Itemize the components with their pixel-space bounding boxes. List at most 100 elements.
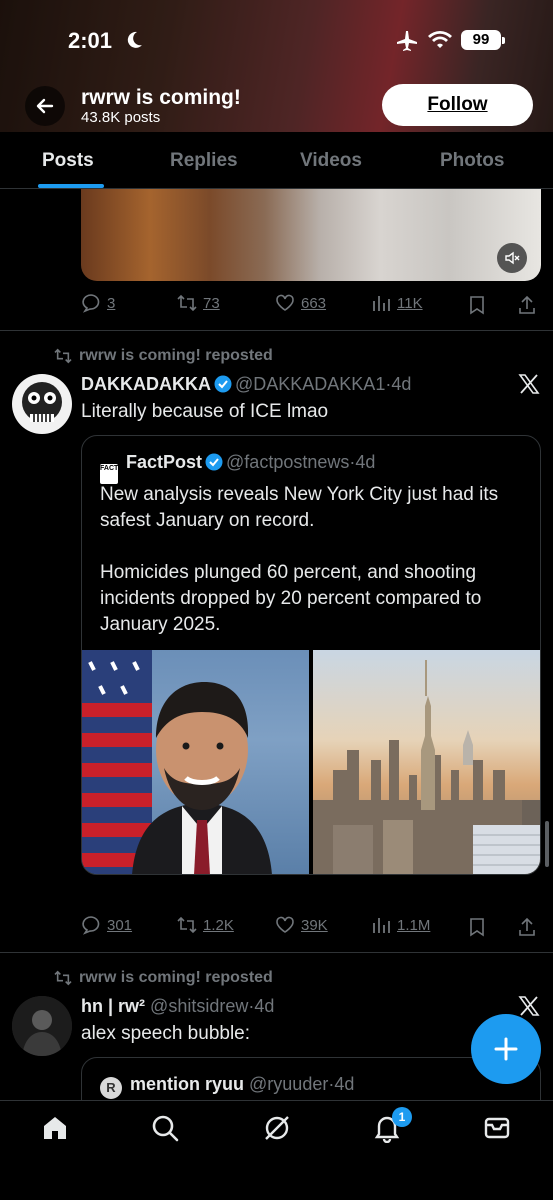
portrait-image bbox=[82, 650, 272, 874]
mute-button[interactable] bbox=[497, 243, 527, 273]
author-name[interactable]: hn | rw² bbox=[81, 996, 145, 1016]
verified-badge-icon bbox=[205, 453, 223, 471]
video-media[interactable] bbox=[81, 189, 541, 281]
skull-avatar-icon bbox=[12, 374, 72, 434]
like-button[interactable]: 663 bbox=[275, 293, 326, 313]
quote-paragraph: Homicides plunged 60 percent, and shooti… bbox=[100, 562, 482, 635]
profile-post-count: 43.8K posts bbox=[81, 109, 161, 126]
like-button[interactable]: 39K bbox=[275, 915, 328, 935]
status-bar: 2:01 99 bbox=[0, 26, 553, 56]
timeline-feed[interactable]: 3 73 663 11K rwrw is coming! reposted DA… bbox=[0, 189, 553, 1100]
views-button[interactable]: 11K bbox=[371, 293, 423, 313]
reply-count: 301 bbox=[107, 916, 133, 934]
active-tab-indicator bbox=[38, 184, 104, 188]
heart-icon bbox=[276, 916, 294, 933]
reply-button[interactable]: 301 bbox=[81, 915, 132, 935]
repost-button[interactable]: 1.2K bbox=[177, 915, 234, 935]
tab-replies[interactable]: Replies bbox=[170, 150, 238, 172]
moon-icon bbox=[127, 31, 142, 48]
user-avatar-image bbox=[12, 996, 72, 1056]
reply-count: 3 bbox=[107, 294, 116, 312]
status-time: 2:01 bbox=[68, 28, 113, 53]
compose-button[interactable] bbox=[471, 1014, 541, 1084]
skyline-photo[interactable] bbox=[313, 650, 540, 874]
tab-posts[interactable]: Posts bbox=[42, 150, 94, 172]
quote-header: Rmention ryuu @ryuuder·4d bbox=[100, 1074, 354, 1099]
quote-time: 4d bbox=[334, 1074, 355, 1094]
portrait-photo[interactable] bbox=[82, 650, 309, 874]
post-actions: 301 1.2K 39K 1.1M bbox=[81, 915, 541, 941]
post-text: Literally because of ICE lmao bbox=[81, 401, 329, 422]
repost-indicator-label: rwrw is coming! reposted bbox=[79, 969, 273, 986]
messages-icon[interactable] bbox=[482, 1113, 512, 1143]
x-logo-icon bbox=[518, 374, 540, 394]
quote-author-handle: @factpostnews bbox=[226, 452, 350, 472]
skyline-image bbox=[313, 660, 540, 874]
quote-paragraph: New analysis reveals New York City just … bbox=[100, 484, 499, 531]
post-header: DAKKADAKKA @DAKKADAKKA1·4d bbox=[81, 374, 411, 395]
post-divider bbox=[0, 952, 553, 953]
profile-tabs: Posts Replies Videos Photos bbox=[0, 132, 553, 189]
quoted-post[interactable]: Rmention ryuu @ryuuder·4d bbox=[81, 1057, 541, 1100]
arrow-left-icon bbox=[36, 98, 54, 114]
author-name[interactable]: DAKKADAKKA bbox=[81, 374, 211, 394]
post-time: 4d bbox=[391, 374, 412, 394]
views-icon bbox=[373, 918, 390, 933]
search-icon[interactable] bbox=[150, 1113, 180, 1143]
repost-indicator[interactable]: rwrw is coming! reposted bbox=[54, 347, 273, 365]
wifi-icon bbox=[428, 31, 452, 48]
share-icon[interactable] bbox=[517, 917, 537, 937]
bookmark-icon[interactable] bbox=[467, 917, 487, 937]
avatar[interactable] bbox=[12, 996, 72, 1056]
repost-icon bbox=[177, 294, 197, 312]
verified-badge-icon bbox=[214, 375, 232, 393]
author-handle[interactable]: @DAKKADAKKA1 bbox=[235, 374, 385, 394]
quote-header: FACT POSTFactPost @factpostnews·4d bbox=[100, 452, 375, 484]
reply-button[interactable]: 3 bbox=[81, 293, 115, 313]
quote-author-name: FactPost bbox=[126, 452, 203, 472]
views-button[interactable]: 1.1M bbox=[371, 915, 430, 935]
heart-icon bbox=[276, 294, 294, 311]
plus-icon bbox=[494, 1037, 518, 1061]
repost-icon bbox=[177, 916, 197, 934]
quote-time: 4d bbox=[355, 452, 376, 472]
like-count: 663 bbox=[301, 294, 327, 312]
grok-icon[interactable] bbox=[262, 1113, 292, 1143]
airplane-mode-icon bbox=[397, 31, 417, 51]
author-handle[interactable]: @shitsidrew bbox=[150, 996, 248, 1016]
tab-videos[interactable]: Videos bbox=[300, 150, 362, 172]
repost-icon bbox=[54, 348, 72, 364]
tab-photos[interactable]: Photos bbox=[440, 150, 504, 172]
bookmark-icon[interactable] bbox=[467, 295, 487, 315]
post-divider bbox=[0, 330, 553, 331]
x-logo-icon bbox=[518, 996, 540, 1016]
view-count: 1.1M bbox=[397, 916, 431, 934]
quote-avatar: R bbox=[100, 1077, 122, 1099]
repost-icon bbox=[54, 970, 72, 986]
post-text: alex speech bubble: bbox=[81, 1023, 251, 1044]
home-icon[interactable] bbox=[40, 1113, 70, 1143]
share-icon[interactable] bbox=[517, 295, 537, 315]
avatar[interactable] bbox=[12, 374, 72, 434]
repost-count: 73 bbox=[203, 294, 220, 312]
repost-button[interactable]: 73 bbox=[177, 293, 220, 313]
notification-badge: 1 bbox=[392, 1107, 412, 1127]
follow-button[interactable]: Follow bbox=[382, 84, 533, 126]
factpost-logo: FACT POST bbox=[100, 464, 139, 484]
view-count: 11K bbox=[397, 294, 423, 312]
repost-indicator-label: rwrw is coming! reposted bbox=[79, 347, 273, 364]
reply-icon bbox=[82, 294, 100, 313]
repost-indicator[interactable]: rwrw is coming! reposted bbox=[54, 969, 273, 987]
scrollbar-thumb[interactable] bbox=[545, 821, 549, 867]
post-actions: 3 73 663 11K bbox=[81, 293, 541, 319]
back-button[interactable] bbox=[25, 86, 65, 126]
bottom-navigation: 1 bbox=[0, 1100, 553, 1200]
quoted-post[interactable]: FACT POSTFactPost @factpostnews·4d New an… bbox=[81, 435, 541, 875]
views-icon bbox=[373, 296, 390, 311]
battery-indicator: 99 bbox=[461, 30, 505, 50]
speaker-muted-icon bbox=[505, 251, 520, 265]
quote-text: New analysis reveals New York City just … bbox=[100, 482, 530, 638]
reply-icon bbox=[82, 916, 100, 935]
quote-author-handle: @ryuuder bbox=[249, 1074, 329, 1094]
profile-title: rwrw is coming! bbox=[81, 86, 241, 109]
